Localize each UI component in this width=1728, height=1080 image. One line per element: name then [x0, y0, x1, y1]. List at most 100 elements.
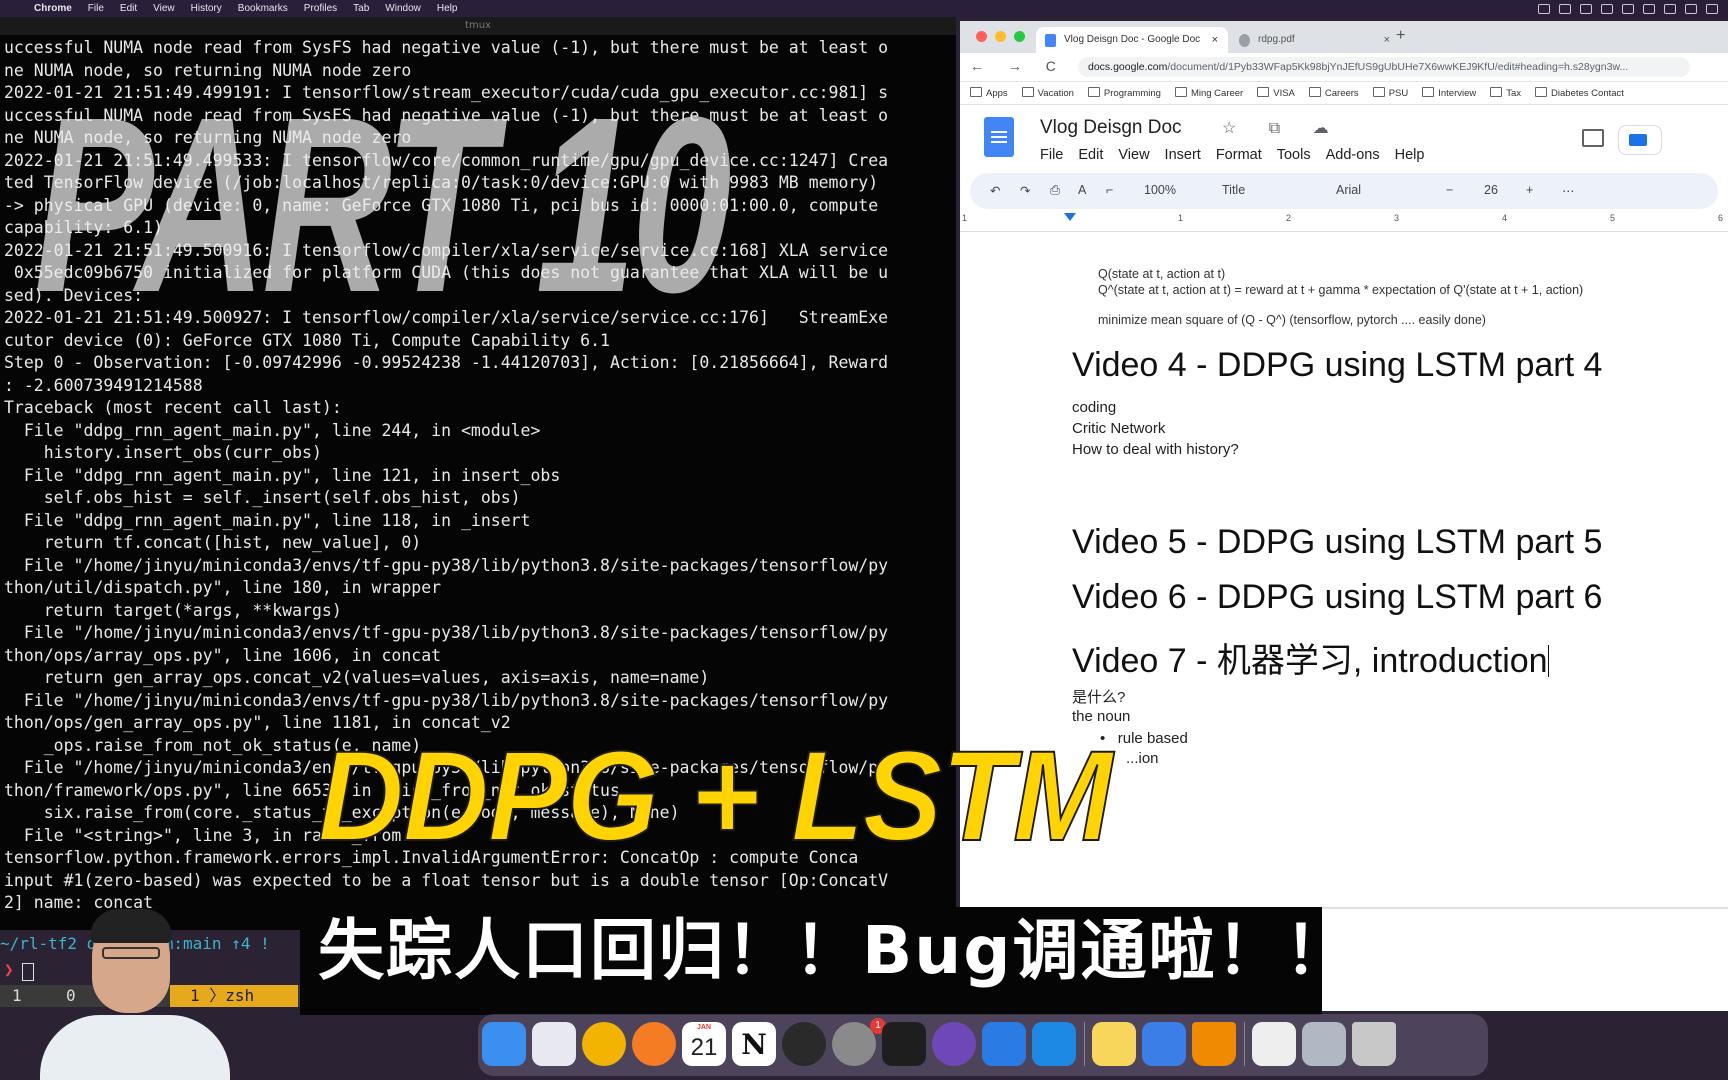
- menu-item-file[interactable]: File: [80, 3, 112, 14]
- ruler-tick: 6: [1718, 213, 1724, 223]
- font-size-input[interactable]: 26: [1484, 183, 1498, 197]
- menu-item-edit[interactable]: Edit: [112, 3, 145, 14]
- emacs-icon[interactable]: [932, 1022, 976, 1066]
- menu-item-view[interactable]: View: [145, 3, 183, 14]
- bookmark-programming[interactable]: Programming: [1088, 87, 1161, 99]
- trash-icon[interactable]: [1352, 1022, 1396, 1066]
- terminal-line: File "ddpg_rnn_agent_main.py", line 121,…: [4, 465, 561, 485]
- dock-separator: [1244, 1022, 1245, 1066]
- minimize-window-button[interactable]: [995, 31, 1006, 42]
- bookmark-careers[interactable]: Careers: [1309, 87, 1359, 99]
- undo-icon[interactable]: ↶: [990, 183, 1000, 198]
- terminal-line: Traceback (most recent call last):: [4, 398, 342, 417]
- notes-icon[interactable]: [1092, 1022, 1136, 1066]
- close-tab-icon[interactable]: ×: [1212, 27, 1218, 53]
- terminal-line: File "ddpg_rnn_agent_main.py", line 118,…: [4, 510, 531, 530]
- present-button[interactable]: [1618, 125, 1662, 155]
- spellcheck-icon[interactable]: A: [1078, 183, 1086, 197]
- redo-icon[interactable]: ↷: [1020, 183, 1030, 198]
- vscode-icon[interactable]: [1032, 1022, 1076, 1066]
- document-title[interactable]: Vlog Deisgn Doc: [1040, 117, 1182, 139]
- menu-item-tab[interactable]: Tab: [345, 3, 377, 14]
- comment-history-icon[interactable]: [1582, 129, 1604, 147]
- indent-marker-icon[interactable]: [1064, 213, 1076, 221]
- docs-menu-tools[interactable]: Tools: [1277, 147, 1311, 163]
- ruler[interactable]: 1 1 2 3 4 5 6: [960, 209, 1728, 232]
- new-tab-button[interactable]: +: [1396, 27, 1405, 45]
- firefox-icon[interactable]: [632, 1022, 676, 1066]
- status-icon[interactable]: [1664, 3, 1676, 14]
- docs-menu-view[interactable]: View: [1118, 147, 1149, 163]
- zoom-select[interactable]: 100%: [1144, 183, 1176, 197]
- font-size-increase-button[interactable]: +: [1526, 183, 1533, 197]
- doc-line: Q(state at t, action at t): [1098, 267, 1226, 281]
- terminal-line: history.insert_obs(curr_obs): [4, 443, 322, 462]
- doc-line: Q^(state at t, action at t) = reward at …: [1098, 283, 1584, 297]
- more-options-icon[interactable]: ⋯: [1562, 183, 1575, 198]
- docs-favicon-icon: [1045, 34, 1056, 47]
- docs-menu-help[interactable]: Help: [1395, 147, 1425, 163]
- ruler-tick: 1: [962, 213, 968, 223]
- doc-line: minimize mean square of (Q - Q^) (tensor…: [1098, 313, 1486, 327]
- search-icon[interactable]: [1706, 3, 1718, 14]
- bookmark-ming-career[interactable]: Ming Career: [1175, 87, 1243, 99]
- docs-logo-icon[interactable]: [984, 117, 1014, 157]
- tab-rdpg-pdf[interactable]: rdpg.pdf ×: [1230, 27, 1400, 53]
- mail-icon[interactable]: [982, 1022, 1026, 1066]
- bookmark-tax[interactable]: Tax: [1490, 87, 1521, 99]
- menu-item-profiles[interactable]: Profiles: [296, 3, 345, 14]
- bookmark-visa[interactable]: VISA: [1257, 87, 1295, 99]
- terminal-line: File "/home/jinyu/miniconda3/envs/tf-gpu…: [4, 623, 889, 642]
- docs-menu-add-ons[interactable]: Add-ons: [1326, 147, 1380, 163]
- terminal-icon[interactable]: [882, 1022, 926, 1066]
- obs-icon[interactable]: [782, 1022, 826, 1066]
- bookmark-apps[interactable]: Apps: [970, 87, 1008, 99]
- keynote-icon[interactable]: [1142, 1022, 1186, 1066]
- menu-app-name[interactable]: Chrome: [26, 3, 80, 14]
- status-icon[interactable]: [1580, 3, 1592, 14]
- docs-menu-insert[interactable]: Insert: [1165, 147, 1201, 163]
- status-icon[interactable]: [1601, 3, 1613, 14]
- menu-item-history[interactable]: History: [183, 3, 230, 14]
- notion-icon[interactable]: N: [732, 1022, 776, 1066]
- menu-item-bookmarks[interactable]: Bookmarks: [230, 3, 296, 14]
- system-settings-icon[interactable]: [832, 1022, 876, 1066]
- url-input[interactable]: docs.google.com/document/d/1Pyb33WFap5Kk…: [1078, 57, 1690, 77]
- vlc-icon[interactable]: [1192, 1022, 1236, 1066]
- finder-icon[interactable]: [482, 1022, 526, 1066]
- docs-menu-format[interactable]: Format: [1216, 147, 1262, 163]
- doc-line: coding: [1072, 399, 1117, 416]
- preview-icon[interactable]: [1302, 1022, 1346, 1066]
- launchpad-icon[interactable]: [532, 1022, 576, 1066]
- bookmark-psu[interactable]: PSU: [1373, 87, 1409, 99]
- font-select[interactable]: Arial: [1336, 183, 1361, 197]
- heading-video-4: Video 4 - DDPG using LSTM part 4: [1072, 346, 1603, 384]
- bullet-item: ...ion: [1126, 750, 1159, 767]
- calendar-icon[interactable]: JAN 21: [682, 1022, 726, 1066]
- status-icon[interactable]: [1622, 3, 1634, 14]
- close-window-button[interactable]: [976, 31, 987, 42]
- bookmark-interview[interactable]: Interview: [1422, 87, 1476, 99]
- star-move-cloud-icons[interactable]: ☆ ⧉ ☁: [1222, 118, 1343, 138]
- paint-format-icon[interactable]: ⌐: [1106, 183, 1113, 197]
- status-icon[interactable]: [1643, 3, 1655, 14]
- print-icon[interactable]: ⎙: [1050, 183, 1060, 198]
- status-icon[interactable]: [1559, 3, 1571, 14]
- tab-google-doc[interactable]: Vlog Deisgn Doc - Google Doc ×: [1036, 27, 1228, 53]
- close-tab-icon[interactable]: ×: [1384, 27, 1390, 53]
- chrome-icon[interactable]: [582, 1022, 626, 1066]
- docs-menu-edit[interactable]: Edit: [1078, 147, 1103, 163]
- document-icon[interactable]: [1252, 1022, 1296, 1066]
- font-size-decrease-button[interactable]: −: [1446, 183, 1453, 197]
- style-select[interactable]: Title: [1222, 183, 1245, 197]
- menu-item-help[interactable]: Help: [429, 3, 466, 14]
- status-icon[interactable]: [1538, 3, 1550, 14]
- wifi-icon[interactable]: [1685, 3, 1697, 14]
- bookmark-diabetes-contact[interactable]: Diabetes Contact: [1535, 87, 1624, 99]
- terminal-line: thon/ops/array_ops.py", line 1606, in co…: [4, 645, 442, 665]
- menu-item-window[interactable]: Window: [377, 3, 429, 14]
- bookmark-vacation[interactable]: Vacation: [1022, 87, 1074, 99]
- zoom-window-button[interactable]: [1014, 31, 1025, 42]
- status-icons: [1538, 0, 1718, 17]
- docs-menu-file[interactable]: File: [1040, 147, 1063, 163]
